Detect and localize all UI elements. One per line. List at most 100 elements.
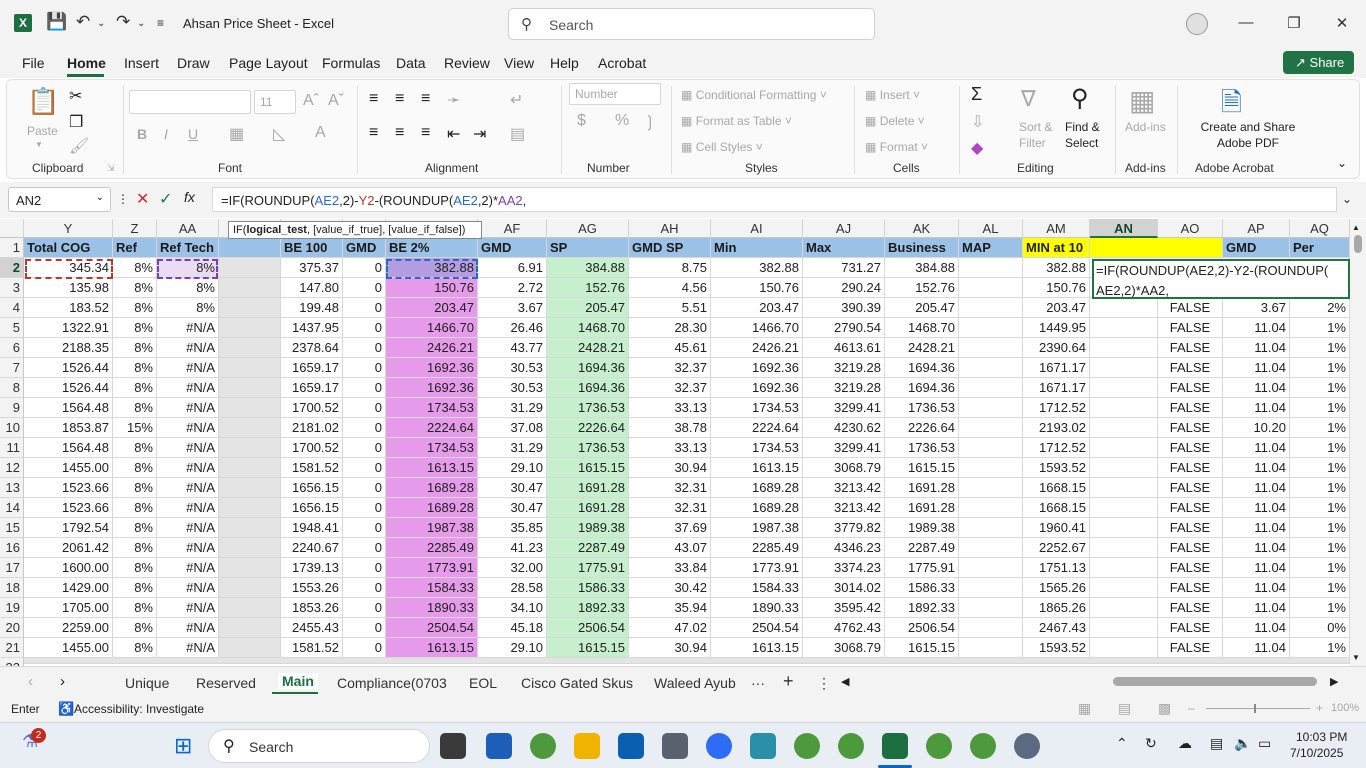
grid-cell[interactable]: 0 bbox=[343, 278, 386, 298]
grid-cell[interactable]: 8% bbox=[113, 438, 157, 458]
grid-cell[interactable]: FALSE bbox=[1158, 418, 1223, 438]
grid-cell[interactable] bbox=[219, 638, 281, 658]
grid-cell[interactable]: 32.31 bbox=[629, 478, 711, 498]
grid-cell[interactable]: #N/A bbox=[157, 518, 219, 538]
grid-cell[interactable]: 11.04 bbox=[1223, 638, 1290, 658]
grid-cell[interactable]: 2181.02 bbox=[281, 418, 343, 438]
grid-cell[interactable] bbox=[959, 578, 1023, 598]
grid-cell[interactable]: 1671.17 bbox=[1023, 378, 1090, 398]
grid-cell[interactable]: 2504.54 bbox=[711, 618, 803, 638]
header-cell[interactable]: Max bbox=[803, 238, 885, 258]
row-header[interactable]: 14 bbox=[0, 498, 24, 518]
grid-cell[interactable] bbox=[959, 258, 1023, 278]
row-header[interactable]: 20 bbox=[0, 618, 24, 638]
grid-cell[interactable] bbox=[1090, 638, 1158, 658]
grid-cell[interactable]: 1890.33 bbox=[711, 598, 803, 618]
grid-cell[interactable]: 8% bbox=[113, 638, 157, 658]
grid-cell[interactable]: 30.47 bbox=[478, 498, 547, 518]
grid-cell[interactable]: 32.31 bbox=[629, 498, 711, 518]
grid-cell[interactable]: 199.48 bbox=[281, 298, 343, 318]
menu-file[interactable]: File bbox=[22, 55, 45, 71]
grid-cell[interactable]: 1705.00 bbox=[24, 598, 113, 618]
grid-cell[interactable]: 1593.52 bbox=[1023, 638, 1090, 658]
grid-cell[interactable]: 41.23 bbox=[478, 538, 547, 558]
grid-cell[interactable]: 1468.70 bbox=[885, 318, 959, 338]
decrease-indent-icon[interactable]: ⇤ bbox=[447, 124, 460, 144]
grid-cell[interactable]: 31.29 bbox=[478, 438, 547, 458]
grid-cell[interactable]: 0 bbox=[343, 518, 386, 538]
vertical-scrollbar[interactable]: ▲ ▼ bbox=[1350, 219, 1366, 666]
chrome-icon[interactable] bbox=[530, 733, 556, 759]
grid-cell[interactable]: #N/A bbox=[157, 358, 219, 378]
grid-cell[interactable]: 11.04 bbox=[1223, 498, 1290, 518]
tab-unique[interactable]: Unique bbox=[125, 675, 169, 691]
grid-cell[interactable]: 1613.15 bbox=[386, 458, 478, 478]
grid-cell[interactable]: 0 bbox=[343, 578, 386, 598]
underline-button[interactable]: U bbox=[188, 126, 198, 142]
grid-cell[interactable]: 1% bbox=[1290, 478, 1350, 498]
grid-cell[interactable] bbox=[1090, 498, 1158, 518]
clock-date[interactable]: 7/10/2025 bbox=[1290, 746, 1343, 760]
grid-cell[interactable]: 8% bbox=[113, 458, 157, 478]
grid-cell[interactable]: 0% bbox=[1290, 618, 1350, 638]
row-header[interactable]: 3 bbox=[0, 278, 24, 298]
increase-indent-icon[interactable]: ⇥ bbox=[473, 124, 486, 144]
grid-cell[interactable]: 1584.33 bbox=[711, 578, 803, 598]
grid-cell[interactable] bbox=[219, 618, 281, 638]
close-icon[interactable]: ✕ bbox=[1331, 14, 1353, 32]
grid-cell[interactable]: 33.13 bbox=[629, 438, 711, 458]
chrome-profile-icon[interactable] bbox=[970, 733, 996, 759]
row-header[interactable]: 4 bbox=[0, 298, 24, 318]
grid-cell[interactable]: 8% bbox=[113, 338, 157, 358]
grid-cell[interactable]: 1564.48 bbox=[24, 398, 113, 418]
menu-review[interactable]: Review bbox=[444, 55, 490, 71]
grid-cell[interactable] bbox=[219, 258, 281, 278]
header-cell[interactable]: Per bbox=[1290, 238, 1350, 258]
merge-center-icon[interactable]: ▤ bbox=[510, 124, 525, 144]
grid-cell[interactable]: 0 bbox=[343, 298, 386, 318]
name-box[interactable]: AN2 ⌄ bbox=[8, 187, 111, 212]
grid-cell[interactable]: #N/A bbox=[157, 418, 219, 438]
grid-cell[interactable]: 8% bbox=[113, 298, 157, 318]
grid-cell[interactable]: 8% bbox=[157, 278, 219, 298]
grid-cell[interactable]: 29.10 bbox=[478, 638, 547, 658]
grid-cell[interactable]: 1526.44 bbox=[24, 358, 113, 378]
font-family-select[interactable] bbox=[129, 90, 251, 114]
grid-cell[interactable]: FALSE bbox=[1158, 618, 1223, 638]
header-cell[interactable]: SP bbox=[547, 238, 629, 258]
grid-cell[interactable]: 1739.13 bbox=[281, 558, 343, 578]
grid-cell[interactable] bbox=[1090, 298, 1158, 318]
grid-cell[interactable]: 1% bbox=[1290, 418, 1350, 438]
grid-cell[interactable] bbox=[1090, 398, 1158, 418]
grid-cell[interactable]: FALSE bbox=[1158, 338, 1223, 358]
grid-cell[interactable]: 30.94 bbox=[629, 638, 711, 658]
grid-cell[interactable]: #N/A bbox=[157, 498, 219, 518]
grid-cell[interactable]: FALSE bbox=[1158, 498, 1223, 518]
grid-cell[interactable]: 0 bbox=[343, 358, 386, 378]
create-pdf-label-2[interactable]: Adobe PDF bbox=[1189, 136, 1307, 150]
grid-cell[interactable]: 11.04 bbox=[1223, 338, 1290, 358]
grid-cell[interactable]: 47.02 bbox=[629, 618, 711, 638]
grid-cell[interactable]: 11.04 bbox=[1223, 578, 1290, 598]
grid-cell[interactable]: 1987.38 bbox=[386, 518, 478, 538]
grid-cell[interactable]: 28.30 bbox=[629, 318, 711, 338]
cancel-icon[interactable]: ✕ bbox=[136, 189, 149, 209]
grid-cell[interactable]: 0 bbox=[343, 558, 386, 578]
grid-cell[interactable]: 32.37 bbox=[629, 378, 711, 398]
grid-cell[interactable]: 0 bbox=[343, 618, 386, 638]
grid-cell[interactable]: 183.52 bbox=[24, 298, 113, 318]
header-cell[interactable]: GMD bbox=[343, 238, 386, 258]
grid-cell[interactable]: 1691.28 bbox=[547, 478, 629, 498]
grid-cell[interactable]: 35.94 bbox=[629, 598, 711, 618]
grid-cell[interactable]: 1700.52 bbox=[281, 398, 343, 418]
row-header[interactable]: 7 bbox=[0, 358, 24, 378]
redo-icon[interactable]: ↷ bbox=[116, 12, 130, 32]
grid-cell[interactable]: 4762.43 bbox=[803, 618, 885, 638]
save-icon[interactable]: 💾 bbox=[46, 12, 67, 32]
header-cell[interactable] bbox=[1158, 238, 1223, 258]
tab-reserved[interactable]: Reserved bbox=[196, 675, 256, 691]
grid-cell[interactable]: 0 bbox=[343, 258, 386, 278]
grid-cell[interactable]: 11.04 bbox=[1223, 358, 1290, 378]
paste-label[interactable]: Paste bbox=[27, 124, 58, 138]
grid-cell[interactable]: 382.88 bbox=[711, 258, 803, 278]
